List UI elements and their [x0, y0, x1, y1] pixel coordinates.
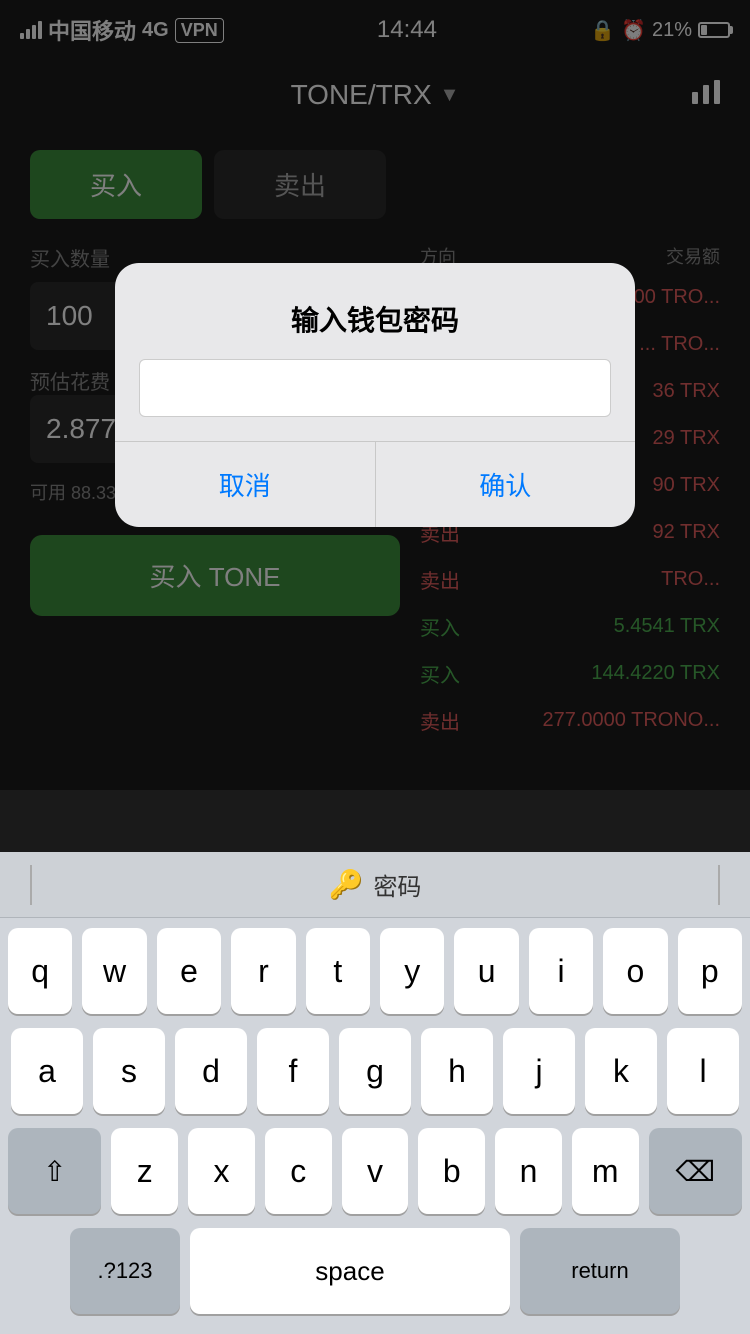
keyboard-rows: q w e r t y u i o p a s d f g h j k l ⇧	[0, 918, 750, 1334]
key-f[interactable]: f	[257, 1028, 329, 1114]
key-i[interactable]: i	[529, 928, 593, 1014]
modal-title: 输入钱包密码	[115, 263, 635, 359]
key-o[interactable]: o	[603, 928, 667, 1014]
password-modal: 输入钱包密码 取消 确认	[115, 263, 635, 527]
key-k[interactable]: k	[585, 1028, 657, 1114]
key-row-1: q w e r t y u i o p	[8, 928, 742, 1014]
key-h[interactable]: h	[421, 1028, 493, 1114]
modal-input-wrap	[115, 359, 635, 441]
key-return[interactable]: return	[520, 1228, 680, 1314]
key-l[interactable]: l	[667, 1028, 739, 1114]
key-icon: 🔑	[329, 868, 364, 901]
key-e[interactable]: e	[157, 928, 221, 1014]
key-row-3: ⇧ z x c v b n m ⌫	[8, 1128, 742, 1214]
key-a[interactable]: a	[11, 1028, 83, 1114]
key-x[interactable]: x	[188, 1128, 255, 1214]
key-j[interactable]: j	[503, 1028, 575, 1114]
key-m[interactable]: m	[572, 1128, 639, 1214]
modal-buttons: 取消 确认	[115, 441, 635, 527]
keyboard-toolbar: 🔑 密码	[0, 852, 750, 918]
key-delete[interactable]: ⌫	[649, 1128, 742, 1214]
delete-icon: ⌫	[675, 1155, 715, 1188]
key-y[interactable]: y	[380, 928, 444, 1014]
confirm-button[interactable]: 确认	[376, 442, 636, 527]
key-c[interactable]: c	[265, 1128, 332, 1214]
key-numbers[interactable]: .?123	[70, 1228, 180, 1314]
modal-overlay: 输入钱包密码 取消 确认	[0, 0, 750, 790]
keyboard-toolbar-label: 密码	[373, 867, 421, 902]
key-r[interactable]: r	[231, 928, 295, 1014]
keyboard-hint: 🔑 密码	[329, 867, 422, 902]
cancel-button[interactable]: 取消	[115, 442, 375, 527]
keyboard-area: 🔑 密码 q w e r t y u i o p a s d f g h j k	[0, 852, 750, 1334]
key-v[interactable]: v	[342, 1128, 409, 1214]
key-z[interactable]: z	[111, 1128, 178, 1214]
key-b[interactable]: b	[418, 1128, 485, 1214]
key-w[interactable]: w	[82, 928, 146, 1014]
key-p[interactable]: p	[678, 928, 742, 1014]
key-space[interactable]: space	[190, 1228, 510, 1314]
key-g[interactable]: g	[339, 1028, 411, 1114]
key-s[interactable]: s	[93, 1028, 165, 1114]
password-input[interactable]	[139, 359, 611, 417]
key-shift[interactable]: ⇧	[8, 1128, 101, 1214]
key-row-4: .?123 space return	[8, 1228, 742, 1314]
shift-icon: ⇧	[43, 1155, 66, 1188]
key-d[interactable]: d	[175, 1028, 247, 1114]
key-n[interactable]: n	[495, 1128, 562, 1214]
key-u[interactable]: u	[454, 928, 518, 1014]
key-t[interactable]: t	[306, 928, 370, 1014]
key-q[interactable]: q	[8, 928, 72, 1014]
key-row-2: a s d f g h j k l	[8, 1028, 742, 1114]
